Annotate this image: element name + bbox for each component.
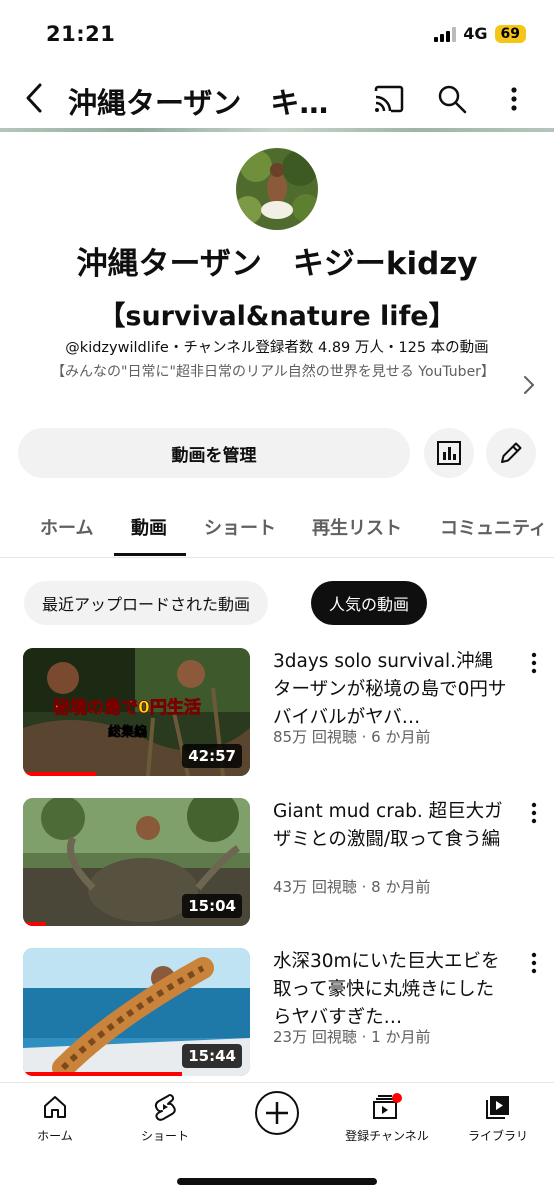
- shorts-icon: [154, 1094, 176, 1121]
- tab-community[interactable]: コミュニティ: [440, 514, 547, 540]
- back-arrow-icon[interactable]: [20, 80, 50, 116]
- chip-recent-uploads[interactable]: 最近アップロードされた動画: [24, 581, 269, 625]
- channel-meta[interactable]: @kidzywildlife・チャンネル登録者数 4.89 万人・125 本の動…: [0, 336, 554, 357]
- pencil-icon: [501, 442, 522, 463]
- video-meta: 43万 回視聴 · 8 か月前: [273, 878, 431, 896]
- header-banner-strip: [0, 128, 554, 132]
- video-item[interactable]: 15:44 水深30mにいた巨大エビを取って豪快に丸焼きにしたらヤバすぎた… 2…: [0, 948, 554, 1078]
- nav-home[interactable]: ホーム: [0, 1093, 110, 1144]
- nav-home-label: ホーム: [37, 1129, 73, 1143]
- nav-library[interactable]: ライブラリ: [443, 1093, 553, 1144]
- search-icon[interactable]: [435, 82, 469, 116]
- more-vert-icon[interactable]: [528, 650, 540, 676]
- analytics-button[interactable]: [424, 428, 474, 478]
- cast-icon[interactable]: [372, 82, 406, 116]
- channel-avatar[interactable]: [236, 148, 318, 230]
- video-duration: 15:44: [182, 1044, 242, 1068]
- page-title: 沖縄ターザン キ…: [68, 86, 329, 120]
- home-icon: [44, 1096, 66, 1118]
- watch-progress-bar: [23, 772, 96, 776]
- video-title[interactable]: 水深30mにいた巨大エビを取って豪快に丸焼きにしたらヤバすぎた…: [273, 948, 509, 1032]
- status-time: 21:21: [46, 22, 116, 46]
- video-duration: 42:57: [182, 744, 242, 768]
- status-bar: 21:21 4G 69: [0, 0, 554, 70]
- channel-subtitle: 【survival&nature life】: [98, 301, 456, 332]
- library-icon: [486, 1096, 509, 1119]
- tab-shorts[interactable]: ショート: [204, 514, 276, 540]
- active-tab-indicator: [114, 553, 186, 556]
- watch-progress-bar: [23, 922, 46, 926]
- video-item[interactable]: 秘境の島で0円生活 総集編 42:57 3days solo survival.…: [0, 648, 554, 778]
- nav-subscriptions[interactable]: 登録チャンネル: [332, 1093, 442, 1144]
- home-indicator: [177, 1178, 377, 1185]
- tab-home[interactable]: ホーム: [40, 514, 93, 540]
- nav-shorts[interactable]: ショート: [110, 1093, 220, 1144]
- video-thumbnail[interactable]: 15:04: [23, 798, 250, 926]
- channel-name: 沖縄ターザン キジーkidzy: [76, 246, 478, 282]
- nav-library-label: ライブラリ: [467, 1129, 528, 1143]
- channel-description[interactable]: 【みんなの"日常に"超非日常のリアル自然の世界を見せる YouTuber】: [40, 360, 506, 385]
- video-thumbnail[interactable]: 15:44: [23, 948, 250, 1076]
- video-title[interactable]: Giant mud crab. 超巨大ガザミとの激闘/取って食う編: [273, 798, 509, 854]
- subscriptions-icon: [373, 1093, 402, 1119]
- edit-channel-button[interactable]: [486, 428, 536, 478]
- tab-playlists[interactable]: 再生リスト: [312, 514, 402, 540]
- analytics-icon: [437, 441, 461, 465]
- video-item[interactable]: 15:04 Giant mud crab. 超巨大ガザミとの激闘/取って食う編 …: [0, 798, 554, 928]
- chevron-right-icon[interactable]: [520, 372, 538, 398]
- video-meta: 23万 回視聴 · 1 か月前: [273, 1028, 431, 1046]
- top-bar: 沖縄ターザン キ…: [0, 70, 554, 128]
- video-meta: 85万 回視聴 · 6 か月前: [273, 728, 431, 746]
- chip-popular[interactable]: 人気の動画: [311, 581, 428, 625]
- nav-shorts-label: ショート: [140, 1129, 189, 1143]
- nav-create[interactable]: [222, 1089, 332, 1137]
- thumbnail-overlay-text: 秘境の島で0円生活: [53, 697, 201, 718]
- more-vert-icon[interactable]: [528, 950, 540, 976]
- video-title[interactable]: 3days solo survival.沖縄ターザンが秘境の島で0円サバイバルが…: [273, 648, 509, 732]
- nav-subscriptions-label: 登録チャンネル: [345, 1129, 429, 1143]
- create-plus-icon: [255, 1091, 299, 1135]
- battery-icon: 69: [494, 24, 526, 43]
- thumbnail-overlay-subtext: 総集編: [108, 724, 147, 740]
- network-label: 4G: [463, 24, 488, 43]
- tab-videos[interactable]: 動画: [131, 514, 167, 540]
- video-duration: 15:04: [182, 894, 242, 918]
- more-vert-icon[interactable]: [497, 82, 531, 116]
- video-thumbnail[interactable]: 秘境の島で0円生活 総集編 42:57: [23, 648, 250, 776]
- more-vert-icon[interactable]: [528, 800, 540, 826]
- channel-tabs: ホーム 動画 ショート 再生リスト コミュニティ: [0, 498, 554, 558]
- manage-videos-button[interactable]: 動画を管理: [18, 428, 410, 478]
- signal-icon: [434, 26, 457, 42]
- watch-progress-bar: [23, 1072, 182, 1076]
